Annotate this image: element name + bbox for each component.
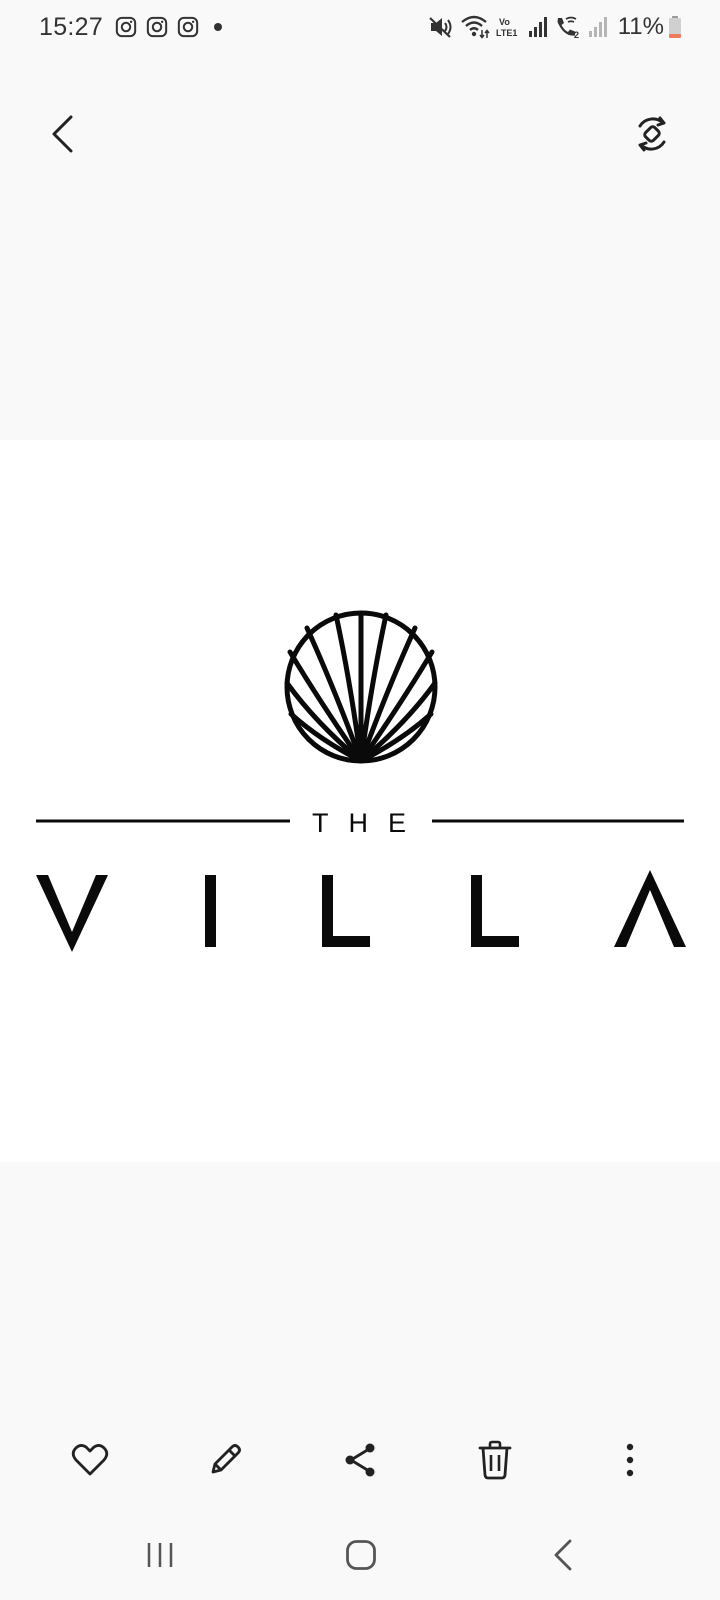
battery-icon bbox=[669, 16, 681, 38]
delete-button[interactable] bbox=[465, 1430, 525, 1490]
instagram-icon bbox=[177, 16, 199, 38]
photo-image[interactable]: THE bbox=[0, 440, 720, 1162]
more-options-button[interactable] bbox=[600, 1430, 660, 1490]
system-navigation-bar bbox=[0, 1525, 720, 1585]
more-vertical-icon bbox=[626, 1443, 634, 1477]
villa-lettering bbox=[36, 870, 686, 952]
instagram-icon bbox=[146, 16, 168, 38]
the-villa-logo bbox=[36, 610, 686, 952]
recent-apps-button[interactable] bbox=[125, 1525, 195, 1585]
wifi-icon bbox=[460, 15, 490, 39]
lte-label: LTE1 bbox=[496, 28, 517, 38]
volte-lte1-icon: Vo LTE1 bbox=[496, 17, 517, 38]
volte-label: Vo bbox=[499, 17, 510, 27]
clock: 15:27 bbox=[39, 12, 104, 41]
status-bar: 15:27 Vo LTE1 2 11% bbox=[0, 0, 720, 54]
logo-small-text: THE bbox=[312, 808, 426, 838]
sim2-label: 2 bbox=[574, 30, 579, 39]
battery-percentage: 11% bbox=[617, 13, 664, 40]
photo-actions-toolbar bbox=[0, 1430, 720, 1490]
rotate-icon bbox=[638, 116, 666, 152]
back-chevron-icon bbox=[52, 115, 73, 153]
back-button[interactable] bbox=[38, 108, 86, 160]
share-button[interactable] bbox=[330, 1430, 390, 1490]
status-left: 15:27 bbox=[39, 12, 223, 42]
trash-icon bbox=[478, 1440, 512, 1480]
home-button[interactable] bbox=[326, 1525, 396, 1585]
signal-icon bbox=[528, 17, 547, 37]
pencil-icon bbox=[211, 1444, 241, 1474]
recent-apps-icon bbox=[147, 1543, 173, 1567]
more-notifications-dot bbox=[214, 23, 223, 31]
heart-icon bbox=[71, 1444, 109, 1476]
share-icon bbox=[345, 1443, 375, 1477]
palm-leaf-emblem bbox=[284, 610, 438, 764]
rotate-button[interactable] bbox=[628, 110, 676, 158]
status-right: Vo LTE1 2 11% bbox=[422, 13, 682, 41]
home-icon bbox=[346, 1540, 376, 1570]
wifi-calling-icon: 2 bbox=[557, 16, 579, 39]
instagram-icon bbox=[115, 16, 137, 38]
mute-icon bbox=[428, 17, 452, 38]
edit-button[interactable] bbox=[195, 1430, 255, 1490]
favorite-button[interactable] bbox=[60, 1430, 120, 1490]
system-back-button[interactable] bbox=[528, 1525, 598, 1585]
viewer-top-bar bbox=[0, 100, 720, 170]
signal-icon bbox=[588, 17, 607, 37]
back-icon bbox=[554, 1539, 572, 1571]
